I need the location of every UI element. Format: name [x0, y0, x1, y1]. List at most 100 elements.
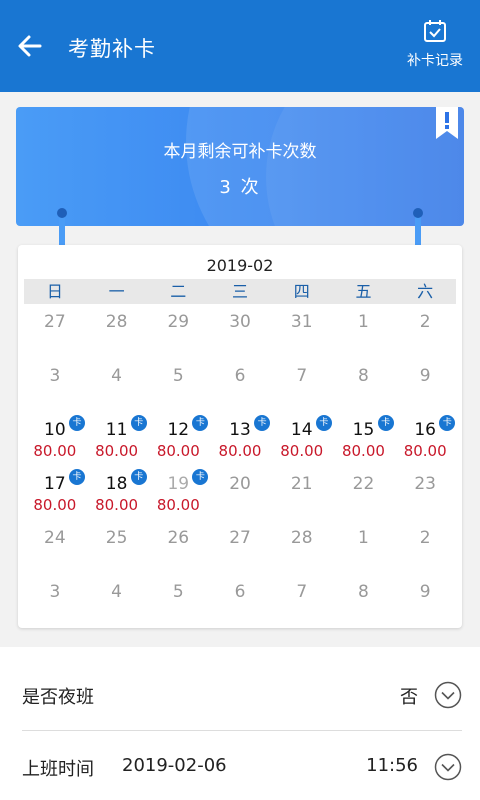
day-number: 9	[419, 366, 431, 386]
calendar-day[interactable]: 26	[147, 520, 209, 574]
calendar-grid: 27 28 29 30 31 1 2 3 4 5 6 7 8 9 10 80.00 卡 11 80.00 卡 12 80.…	[24, 304, 456, 628]
calendar-day[interactable]: 8	[333, 574, 395, 628]
calendar-day[interactable]: 7	[271, 574, 333, 628]
day-number: 31	[290, 312, 313, 332]
calendar-day[interactable]: 17 80.00 卡	[24, 466, 86, 520]
day-number: 1	[358, 312, 369, 332]
calendar-week-row: 3 4 5 6 7 8 9	[24, 358, 456, 412]
calendar: 2019-02 日 一 二 三 四 五 六 27 28 29 30 31 1 2 3 4 5 6 7 8…	[18, 245, 462, 628]
calendar-day[interactable]: 25	[86, 520, 148, 574]
calendar-day[interactable]: 14 80.00 卡	[271, 412, 333, 466]
calendar-day[interactable]: 19 80.00 卡	[147, 466, 209, 520]
calendar-day[interactable]: 8	[333, 358, 395, 412]
work-time-row[interactable]: 上班时间 2019-02-06 11:56	[22, 731, 462, 800]
calendar-day[interactable]: 9	[394, 358, 456, 412]
day-amount: 80.00	[156, 496, 200, 514]
calendar-day[interactable]: 28	[86, 304, 148, 358]
calendar-month: 2019-02	[206, 256, 274, 275]
weekday-label: 四	[293, 282, 310, 301]
weekday-label: 六	[417, 282, 434, 301]
day-number: 29	[167, 312, 190, 332]
calendar-week-row: 3 4 5 6 7 8 9	[24, 574, 456, 628]
calendar-day[interactable]: 11 80.00 卡	[86, 412, 148, 466]
punch-card-badge: 卡	[69, 469, 85, 485]
calendar-day[interactable]: 7	[271, 358, 333, 412]
calendar-day[interactable]: 30	[209, 304, 271, 358]
day-number: 22	[352, 474, 375, 494]
calendar-day[interactable]: 29	[147, 304, 209, 358]
calendar-day[interactable]: 18 80.00 卡	[86, 466, 148, 520]
calendar-day[interactable]: 12 80.00 卡	[147, 412, 209, 466]
remaining-count-label: 本月剩余可补卡次数	[163, 142, 317, 162]
calendar-day[interactable]: 4	[86, 358, 148, 412]
app-bar: 考勤补卡 补卡记录	[0, 0, 480, 92]
calendar-week-row: 24 25 26 27 28 1 2	[24, 520, 456, 574]
day-number: 3	[49, 582, 61, 602]
calendar-day[interactable]: 27	[24, 304, 86, 358]
day-amount: 80.00	[280, 442, 324, 460]
chevron-down-icon[interactable]	[434, 753, 462, 781]
back-arrow-icon[interactable]	[14, 30, 46, 62]
day-number: 27	[229, 528, 251, 548]
calendar-day[interactable]: 3	[24, 574, 86, 628]
remaining-count-value: 3 次	[219, 177, 261, 198]
punch-card-badge: 卡	[377, 415, 394, 431]
calendar-day[interactable]: 23	[394, 466, 456, 520]
day-amount: 80.00	[33, 442, 77, 460]
calendar-day[interactable]: 27	[209, 520, 271, 574]
page-title: 考勤补卡	[68, 37, 156, 61]
calendar-day[interactable]: 2	[394, 304, 456, 358]
day-number: 28	[290, 528, 313, 548]
day-number: 21	[290, 474, 313, 494]
day-number: 9	[419, 582, 431, 602]
day-number: 7	[296, 582, 308, 602]
day-amount: 80.00	[218, 442, 262, 460]
calendar-day[interactable]: 6	[209, 358, 271, 412]
calendar-day[interactable]: 21	[271, 466, 333, 520]
calendar-day[interactable]: 22	[333, 466, 395, 520]
calendar-day[interactable]: 2	[394, 520, 456, 574]
calendar-day[interactable]: 10 80.00 卡	[24, 412, 86, 466]
day-number: 20	[229, 474, 251, 494]
calendar-day[interactable]: 24	[24, 520, 86, 574]
calendar-week-row: 17 80.00 卡 18 80.00 卡 19 80.00 卡 20 21 22 23	[24, 466, 456, 520]
calendar-day[interactable]: 9	[394, 574, 456, 628]
day-number: 5	[172, 366, 184, 386]
day-number: 25	[105, 528, 128, 548]
calendar-day[interactable]: 13 80.00 卡	[209, 412, 271, 466]
day-amount: 80.00	[403, 442, 447, 460]
day-amount: 80.00	[341, 442, 385, 460]
night-shift-row[interactable]: 是否夜班 否	[22, 659, 462, 731]
weekday-label: 日	[46, 282, 63, 301]
calendar-day[interactable]: 6	[209, 574, 271, 628]
punch-card-badge: 卡	[315, 415, 332, 431]
calendar-day[interactable]: 15 80.00 卡	[333, 412, 395, 466]
chevron-down-icon[interactable]	[434, 681, 462, 709]
calendar-day[interactable]: 31	[271, 304, 333, 358]
calendar-day[interactable]: 5	[147, 358, 209, 412]
day-number: 6	[234, 366, 246, 386]
calendar-day[interactable]: 20	[209, 466, 271, 520]
weekday-label: 三	[232, 282, 249, 301]
work-time-value: 11:56	[366, 755, 418, 776]
weekday-header: 日 一 二 三 四 五 六	[24, 279, 456, 304]
day-amount: 80.00	[33, 496, 77, 514]
work-time-label: 上班时间	[22, 759, 94, 780]
calendar-day[interactable]: 1	[333, 520, 395, 574]
calendar-week-row: 27 28 29 30 31 1 2	[24, 304, 456, 358]
day-number: 2	[419, 528, 431, 548]
calendar-day[interactable]: 28	[271, 520, 333, 574]
calendar-day[interactable]: 1	[333, 304, 395, 358]
day-number: 30	[229, 312, 251, 332]
calendar-day[interactable]: 4	[86, 574, 148, 628]
day-number: 1	[358, 528, 369, 548]
punch-card-badge: 卡	[69, 415, 85, 431]
weekday-label: 二	[170, 282, 187, 301]
weekday-label: 五	[355, 282, 372, 301]
makeup-history-button[interactable]: 补卡记录	[400, 18, 470, 70]
punch-card-badge: 卡	[130, 469, 147, 485]
calendar-day[interactable]: 16 80.00 卡	[394, 412, 456, 466]
day-number: 24	[44, 528, 66, 548]
calendar-day[interactable]: 3	[24, 358, 86, 412]
calendar-day[interactable]: 5	[147, 574, 209, 628]
